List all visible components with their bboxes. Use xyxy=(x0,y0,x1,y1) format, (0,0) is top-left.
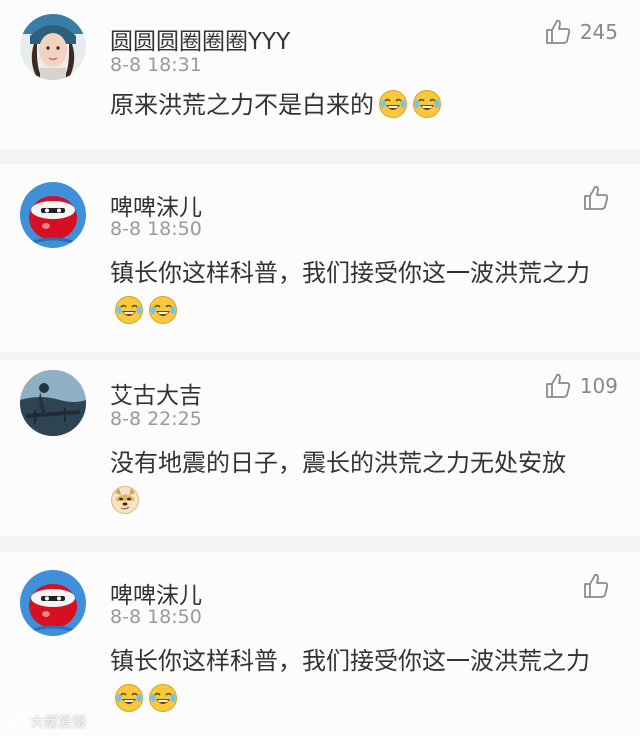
comment-item: 艾古大吉 8-8 22:25 没有地震的日子，震长的洪荒之力无处安放 109 xyxy=(0,360,640,536)
laugh-cry-emoji xyxy=(378,89,408,119)
like-button[interactable] xyxy=(582,572,618,600)
comment-item: 啤啤沫儿 8-8 18:50 镇长你这样科普，我们接受你这一波洪荒之力 xyxy=(0,552,640,736)
laugh-cry-emoji xyxy=(148,683,178,713)
laugh-cry-emoji xyxy=(114,683,144,713)
like-count: 245 xyxy=(579,20,618,44)
like-button[interactable]: 245 xyxy=(544,18,618,46)
avatar[interactable] xyxy=(20,14,86,80)
username[interactable]: 啤啤沫儿 xyxy=(110,188,202,222)
comment-text-block: 镇长你这样科普，我们接受你这一波洪荒之力 xyxy=(110,642,610,718)
username[interactable]: 啤啤沫儿 xyxy=(110,576,202,610)
thumbs-up-icon xyxy=(582,184,610,212)
comment-text: 原来洪荒之力不是白来的 xyxy=(110,91,374,119)
comment-time: 8-8 18:50 xyxy=(110,218,202,240)
comment-text-block: 没有地震的日子，震长的洪荒之力无处安放 xyxy=(110,444,610,520)
comment-item: 圆圆圆圈圈圈YYY 8-8 18:31 原来洪荒之力不是白来的 245 xyxy=(0,0,640,150)
thumbs-up-icon xyxy=(582,572,610,600)
comment-text: 没有地震的日子，震长的洪荒之力无处安放 xyxy=(110,449,566,477)
thumbs-up-icon xyxy=(544,18,572,46)
avatar[interactable] xyxy=(20,370,86,436)
doge-emoji xyxy=(110,485,140,515)
comment-text: 镇长你这样科普，我们接受你这一波洪荒之力 xyxy=(110,259,590,287)
watermark-text: 大都爱摄 xyxy=(30,715,86,731)
comment-text: 镇长你这样科普，我们接受你这一波洪荒之力 xyxy=(110,647,590,675)
comment-time: 8-8 22:25 xyxy=(110,408,202,430)
username[interactable]: 圆圆圆圈圈圈YYY xyxy=(110,22,290,56)
avatar[interactable] xyxy=(20,570,86,636)
comment-time: 8-8 18:50 xyxy=(110,606,202,628)
thumbs-up-icon xyxy=(544,372,572,400)
laugh-cry-emoji xyxy=(148,295,178,325)
laugh-cry-emoji xyxy=(114,295,144,325)
comment-time: 8-8 18:31 xyxy=(110,54,202,76)
avatar[interactable] xyxy=(20,182,86,248)
weibo-icon xyxy=(6,712,26,732)
comment-text-block: 原来洪荒之力不是白来的 xyxy=(110,86,610,124)
comment-list: 圆圆圆圈圈圈YYY 8-8 18:31 原来洪荒之力不是白来的 245 啤啤沫儿… xyxy=(0,0,640,736)
username[interactable]: 艾古大吉 xyxy=(110,376,202,410)
comment-item: 啤啤沫儿 8-8 18:50 镇长你这样科普，我们接受你这一波洪荒之力 xyxy=(0,164,640,352)
comment-text-block: 镇长你这样科普，我们接受你这一波洪荒之力 xyxy=(110,254,610,330)
watermark: 大都爱摄 xyxy=(6,712,86,732)
like-button[interactable] xyxy=(582,184,618,212)
like-count: 109 xyxy=(579,374,618,398)
like-button[interactable]: 109 xyxy=(544,372,618,400)
laugh-cry-emoji xyxy=(412,89,442,119)
